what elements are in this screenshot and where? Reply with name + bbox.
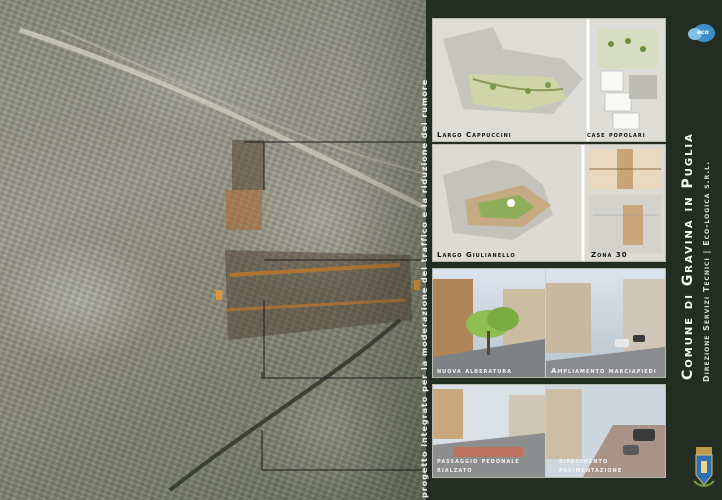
card-cappuccini: Largo Cappuccini case popolari bbox=[432, 18, 666, 142]
caption-zona-30: Zona 30 bbox=[591, 251, 628, 259]
municipal-crest-icon bbox=[693, 447, 715, 487]
caption-largo-giulianello: Largo Giulianello bbox=[437, 251, 516, 259]
card-passaggio: passaggio pedonale rialzato rifacimento … bbox=[432, 384, 666, 478]
caption-ampliamento-marciapiedi: Ampliamento marciapiedi bbox=[551, 367, 657, 375]
caption-rifacimento: rifacimento bbox=[559, 457, 609, 465]
poster-subtitle: Direzione Servizi Tecnici | Eco-logica s… bbox=[702, 160, 711, 382]
logo-text: eco bbox=[697, 29, 709, 36]
caption-largo-cappuccini: Largo Cappuccini bbox=[437, 131, 512, 139]
caption-passaggio-pedonale: passaggio pedonale bbox=[437, 457, 520, 465]
poster-title: Comune di Gravina in Puglia bbox=[680, 132, 696, 380]
caption-pavimentazione: pavimentazione bbox=[559, 466, 623, 474]
card-giulianello: Largo Giulianello Zona 30 bbox=[432, 144, 666, 262]
poster: Largo Cappuccini case popolari Largo Giu… bbox=[0, 0, 722, 500]
photo-alberatura bbox=[433, 269, 665, 377]
caption-case-popolari: case popolari bbox=[587, 131, 646, 139]
map-fade bbox=[0, 0, 430, 500]
plan-cappuccini bbox=[433, 19, 665, 141]
caption-nuova-alberatura: nuova alberatura bbox=[437, 367, 513, 375]
caption-rialzato: rialzato bbox=[437, 466, 473, 474]
card-alberatura: nuova alberatura Ampliamento marciapiedi bbox=[432, 268, 666, 378]
project-title: progetto integrato per la moderazione de… bbox=[420, 78, 429, 498]
plan-giulianello bbox=[433, 145, 665, 261]
aerial-map bbox=[0, 0, 430, 500]
